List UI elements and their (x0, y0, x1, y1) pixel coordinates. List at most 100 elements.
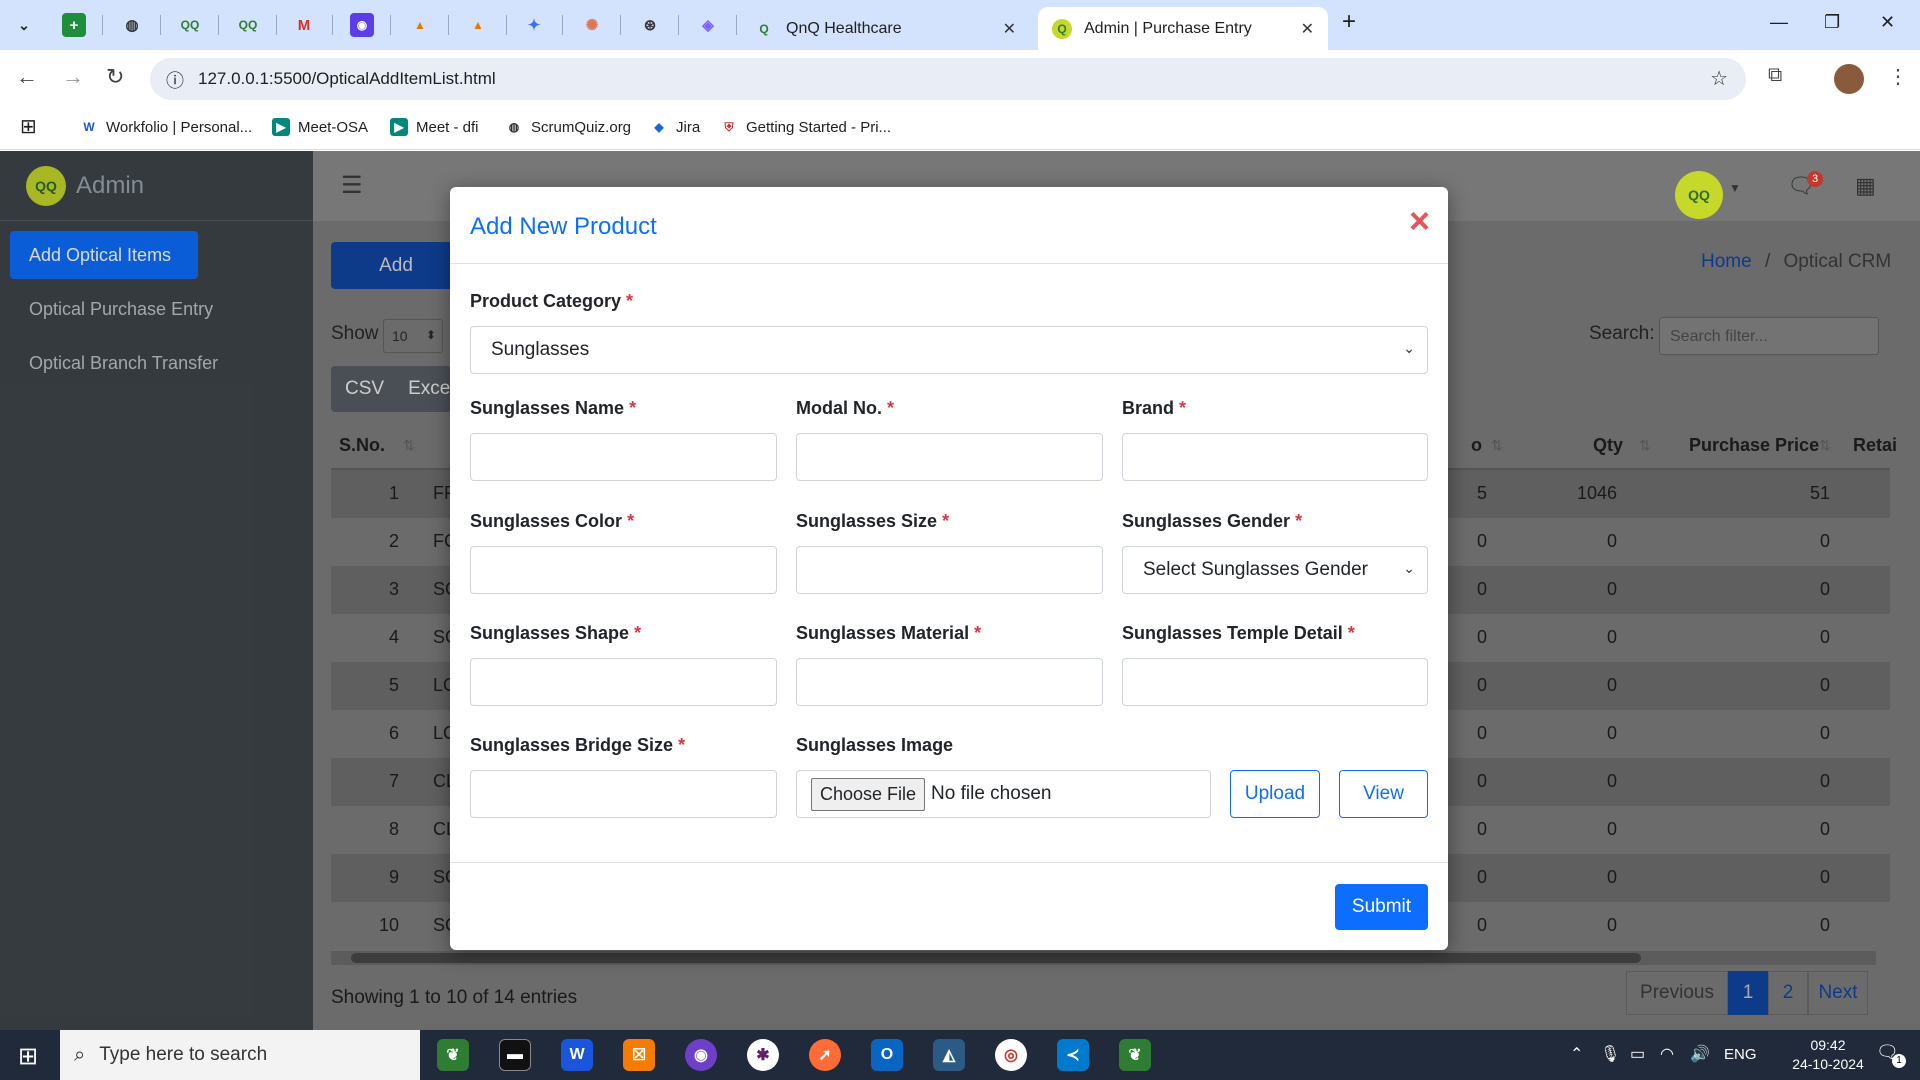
brand-input[interactable] (1122, 433, 1428, 481)
apps-grid-icon[interactable]: ⊞ (20, 114, 37, 139)
pma-tab-icon[interactable]: ▲ (408, 13, 432, 37)
pma-tab-icon-2[interactable]: ▲ (466, 13, 490, 37)
spring-tools-icon[interactable]: ❦ (437, 1039, 469, 1071)
modal-no-input[interactable] (796, 433, 1103, 481)
modal-backdrop[interactable] (0, 151, 313, 1030)
pagination-page-1[interactable]: 1 (1728, 971, 1768, 1015)
sunglasses-gender-select[interactable]: Select Sunglasses Gender ⌄ (1122, 546, 1428, 594)
submit-button[interactable]: Submit (1335, 884, 1428, 930)
choose-file-button[interactable]: Choose File (811, 777, 926, 811)
chatgpt-icon[interactable]: ⊛ (638, 13, 662, 37)
profile-avatar[interactable] (1834, 64, 1864, 94)
tab-qnq-healthcare[interactable]: Q QnQ Healthcare ✕ (740, 7, 1030, 50)
volume-icon[interactable]: 🔊 (1690, 1044, 1710, 1064)
gemini-icon[interactable]: ✦ (522, 13, 546, 37)
sort-icon[interactable]: ⇅ (1491, 437, 1503, 454)
copilot-icon[interactable]: ◈ (696, 13, 720, 37)
page-size-select[interactable]: 10 ⬍ (383, 319, 443, 353)
minimize-icon[interactable]: — (1770, 12, 1788, 33)
tab-admin-purchase-entry[interactable]: Q Admin | Purchase Entry ✕ (1038, 7, 1328, 50)
sort-icon[interactable]: ⇅ (1819, 437, 1831, 454)
app-tab-icon[interactable]: ◉ (350, 13, 374, 37)
bookmark-meet-dfi[interactable]: ▶ Meet - dfi (390, 118, 479, 136)
column-retail[interactable]: Retai (1853, 435, 1897, 456)
search-input[interactable]: Search filter... (1659, 317, 1879, 355)
upload-button[interactable]: Upload (1230, 770, 1320, 818)
scrollbar-thumb[interactable] (351, 953, 1641, 963)
horizontal-scrollbar[interactable] (331, 951, 1876, 965)
bookmark-jira[interactable]: ◆ Jira (650, 118, 700, 136)
slack-icon[interactable]: ✱ (747, 1039, 779, 1071)
hamburger-menu-icon[interactable]: ☰ (341, 171, 363, 200)
close-icon[interactable]: × (1409, 203, 1430, 239)
sheets-icon[interactable]: + (62, 13, 86, 37)
reload-icon[interactable]: ↻ (106, 64, 124, 90)
chrome-icon[interactable]: ◎ (995, 1039, 1027, 1071)
bookmark-scrumquiz[interactable]: ◍ ScrumQuiz.org (505, 118, 631, 136)
breadcrumb-home[interactable]: Home (1701, 251, 1752, 272)
pagination-next[interactable]: Next (1808, 971, 1868, 1015)
gmail-icon[interactable]: M (292, 13, 316, 37)
github-icon[interactable]: ◉ (685, 1039, 717, 1071)
sunglasses-temple-detail-input[interactable] (1122, 658, 1428, 706)
product-category-select[interactable]: Sunglasses ⌄ (470, 326, 1428, 374)
workfolio-icon[interactable]: W (561, 1039, 593, 1071)
apps-grid-icon[interactable]: ▦ (1855, 173, 1876, 199)
sort-icon[interactable]: ⇅ (1639, 437, 1651, 454)
tray-chevron-up-icon[interactable]: ⌃ (1570, 1044, 1583, 1064)
bookmark-getting-started[interactable]: ⛨ Getting Started - Pri... (720, 118, 891, 136)
xampp-icon[interactable]: ☒ (623, 1039, 655, 1071)
view-button[interactable]: View (1339, 770, 1428, 818)
close-tab-icon[interactable]: ✕ (1003, 19, 1016, 39)
vscode-icon[interactable]: ≺ (1057, 1039, 1089, 1071)
column-qty[interactable]: Qty (1593, 435, 1623, 456)
sunglasses-image-file-input[interactable]: Choose File No file chosen (796, 770, 1211, 818)
qnq-tab-icon-2[interactable]: QQ (236, 13, 260, 37)
sunglasses-material-input[interactable] (796, 658, 1103, 706)
sunglasses-color-input[interactable] (470, 546, 777, 594)
outlook-icon[interactable]: O (871, 1039, 903, 1071)
site-info-icon[interactable]: ⓘ (166, 67, 184, 93)
csv-button[interactable]: CSV (345, 378, 384, 400)
url-field[interactable]: ⓘ 127.0.0.1:5500/OpticalAddItemList.html… (150, 58, 1746, 100)
sort-icon[interactable]: ⇅ (403, 437, 415, 454)
extensions-icon[interactable]: ⧉ (1768, 64, 1782, 87)
close-tab-icon[interactable]: ✕ (1301, 19, 1314, 39)
sunglasses-size-input[interactable] (796, 546, 1103, 594)
language-indicator[interactable]: ENG (1724, 1046, 1757, 1063)
restore-icon[interactable]: ❐ (1824, 12, 1840, 33)
add-button[interactable]: Add (331, 242, 461, 289)
bookmark-star-icon[interactable]: ☆ (1710, 66, 1728, 91)
new-tab-icon[interactable]: + (1342, 8, 1356, 36)
excel-button[interactable]: Exce (408, 378, 450, 400)
sunglasses-name-input[interactable] (470, 433, 777, 481)
wifi-icon[interactable]: ◠ (1660, 1044, 1674, 1064)
user-avatar[interactable]: QQ (1675, 171, 1723, 219)
column-hidden[interactable]: o (1471, 435, 1482, 456)
close-window-icon[interactable]: ✕ (1880, 12, 1895, 33)
bookmark-workfolio[interactable]: W Workfolio | Personal... (80, 118, 252, 136)
column-purchase-price[interactable]: Purchase Price (1689, 435, 1819, 456)
chevron-down-icon[interactable]: ▼ (1729, 181, 1741, 195)
back-icon[interactable]: ← (16, 64, 38, 90)
taskbar-search-input[interactable]: ⌕ Type here to search (60, 1030, 420, 1080)
microphone-icon[interactable]: 🎙 (1600, 1044, 1620, 1064)
forward-icon[interactable]: → (62, 64, 84, 90)
postman-icon[interactable]: ➚ (809, 1039, 841, 1071)
windows-start-icon[interactable]: ⊞ (18, 1042, 38, 1071)
battery-icon[interactable]: ▭ (1630, 1044, 1645, 1064)
bookmark-meet-osa[interactable]: ▶ Meet-OSA (272, 118, 368, 136)
menu-kebab-icon[interactable]: ⋮ (1888, 64, 1908, 89)
sunglasses-bridge-size-input[interactable] (470, 770, 777, 818)
globe-icon[interactable]: ◍ (120, 13, 144, 37)
mysql-icon[interactable]: ◭ (933, 1039, 965, 1071)
pagination-page-2[interactable]: 2 (1768, 971, 1808, 1015)
tab-search-chevron-icon[interactable]: ⌄ (12, 13, 36, 37)
qnq-tab-icon[interactable]: QQ (178, 13, 202, 37)
terminal-icon[interactable]: ▬ (499, 1039, 531, 1071)
column-sno[interactable]: S.No. (339, 435, 385, 456)
claude-icon[interactable]: ✺ (580, 13, 604, 37)
sunglasses-shape-input[interactable] (470, 658, 777, 706)
clock[interactable]: 09:42 24-10-2024 (1780, 1036, 1876, 1074)
pagination-previous[interactable]: Previous (1626, 971, 1728, 1015)
